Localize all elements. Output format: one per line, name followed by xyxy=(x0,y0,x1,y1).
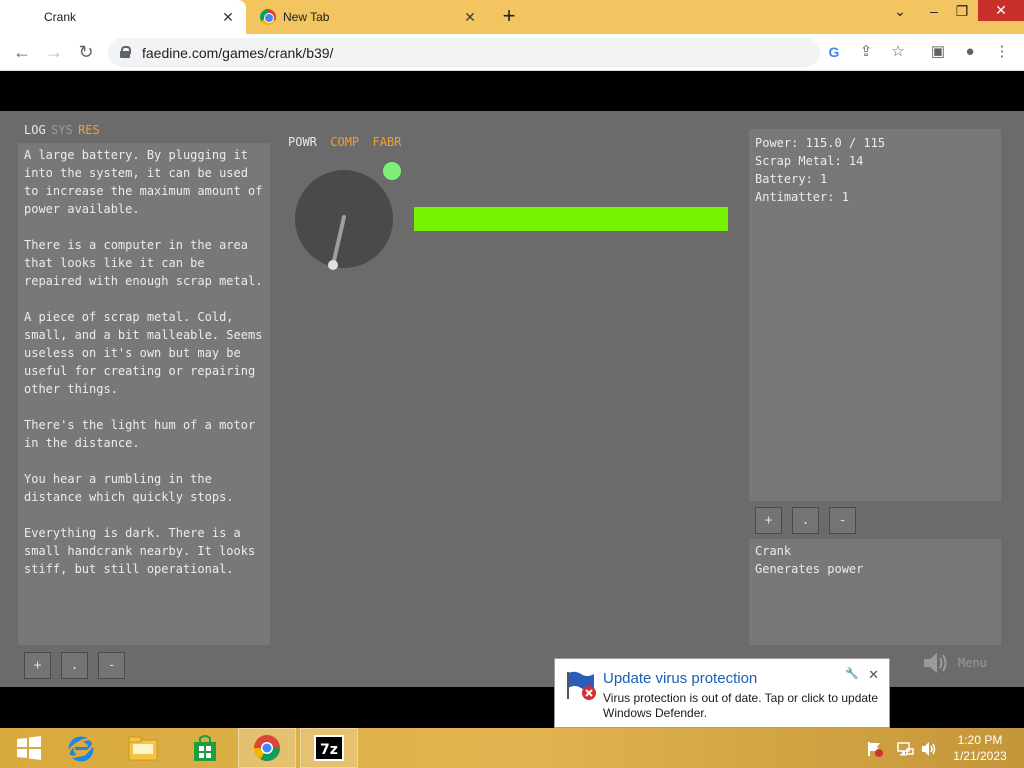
taskbar: 7z 1:20 PM 1/21/2023 xyxy=(0,728,1024,768)
minimize-icon[interactable]: – xyxy=(922,0,946,22)
store-taskbar-item[interactable] xyxy=(176,728,234,768)
power-indicator-light xyxy=(383,162,401,180)
power-bar-fill xyxy=(414,207,728,231)
resource-scrap-metal: Scrap Metal: 14 xyxy=(755,154,864,168)
tab-powr[interactable]: POWR xyxy=(288,135,317,149)
side-panel-icon[interactable]: ▣ xyxy=(928,42,948,62)
omnibox[interactable]: faedine.com/games/crank/b39/ xyxy=(108,38,820,67)
chrome-taskbar-item[interactable] xyxy=(238,728,296,768)
log-entry: Everything is dark. There is a small han… xyxy=(24,526,256,576)
action-center-flag-icon[interactable] xyxy=(866,740,884,758)
internet-explorer-icon xyxy=(67,736,95,762)
chrome-icon xyxy=(260,9,276,25)
forward-icon[interactable]: → xyxy=(42,40,66,64)
virus-notification[interactable]: Update virus protection Virus protection… xyxy=(554,658,890,740)
menu-area: Menu xyxy=(922,651,987,675)
more-menu-icon[interactable]: ⋮ xyxy=(992,42,1012,62)
log-entry: You hear a rumbling in the distance whic… xyxy=(24,472,234,504)
notification-title: Update virus protection xyxy=(603,670,758,687)
log-entry: A large battery. By plugging it into the… xyxy=(24,148,263,216)
start-button[interactable] xyxy=(0,728,58,768)
left-tabs: LOG SYS RES xyxy=(24,123,102,137)
tab-bar: Crank ✕ New Tab ✕ + ⌄ – ❐ ✕ xyxy=(0,0,1024,34)
store-icon xyxy=(194,735,216,761)
game-area: LOG SYS RES A large battery. By plugging… xyxy=(0,111,1024,687)
notification-close-icon[interactable]: ✕ xyxy=(868,667,879,683)
log-dot-button[interactable]: . xyxy=(61,652,88,679)
google-icon[interactable]: G xyxy=(824,42,844,62)
network-icon[interactable] xyxy=(896,740,914,758)
speaker-icon[interactable] xyxy=(922,651,948,675)
reload-icon[interactable]: ↻ xyxy=(74,40,98,64)
tab-sys[interactable]: SYS xyxy=(51,123,73,137)
volume-icon[interactable] xyxy=(920,740,938,758)
log-entry: There is a computer in the area that loo… xyxy=(24,238,263,288)
restore-icon[interactable]: ❐ xyxy=(950,0,974,22)
defender-flag-icon xyxy=(567,671,596,700)
crank-knob[interactable] xyxy=(328,260,338,270)
notification-body: Virus protection is out of date. Tap or … xyxy=(603,691,879,720)
description-panel: Crank Generates power xyxy=(749,539,1001,645)
share-icon[interactable]: ⇪ xyxy=(856,42,876,62)
tab-new-tab[interactable]: New Tab ✕ xyxy=(250,0,488,34)
7zip-icon: 7z xyxy=(314,735,344,761)
close-tab-icon[interactable]: ✕ xyxy=(462,9,478,25)
resources-panel: Power: 115.0 / 115 Scrap Metal: 14 Batte… xyxy=(749,129,1001,501)
file-explorer-taskbar-item[interactable] xyxy=(114,728,172,768)
back-icon[interactable]: ← xyxy=(10,40,34,64)
power-bar xyxy=(414,207,728,231)
clock-time: 1:20 PM xyxy=(957,733,1003,747)
page: LOG SYS RES A large battery. By plugging… xyxy=(0,71,1024,728)
handcrank[interactable] xyxy=(290,159,410,279)
system-clock[interactable]: 1:20 PM 1/21/2023 xyxy=(942,732,1018,764)
resource-zoom-controls: + . - xyxy=(755,507,856,534)
description-text: Generates power xyxy=(755,562,864,576)
address-bar: ← → ↻ faedine.com/games/crank/b39/ G ⇪ ☆… xyxy=(0,34,1024,71)
ie-taskbar-item[interactable] xyxy=(52,728,110,768)
window-close-icon[interactable]: ✕ xyxy=(978,0,1024,21)
tab-log[interactable]: LOG xyxy=(24,123,46,137)
7zip-taskbar-item[interactable]: 7z xyxy=(300,728,358,768)
clock-date: 1/21/2023 xyxy=(953,749,1007,763)
tab-search-icon[interactable]: ⌄ xyxy=(888,0,912,22)
tab-fabr[interactable]: FABR xyxy=(373,135,402,149)
close-tab-icon[interactable]: ✕ xyxy=(220,9,236,25)
log-zoom-controls: + . - xyxy=(24,652,125,679)
mid-tabs: POWR COMP FABR xyxy=(288,135,411,149)
menu-button[interactable]: Menu xyxy=(958,656,987,670)
folder-icon xyxy=(128,736,158,761)
tab-res[interactable]: RES xyxy=(78,123,100,137)
res-minus-button[interactable]: - xyxy=(829,507,856,534)
bookmark-star-icon[interactable]: ☆ xyxy=(888,42,908,62)
res-plus-button[interactable]: + xyxy=(755,507,782,534)
log-entry: There's the light hum of a motor in the … xyxy=(24,418,256,450)
res-dot-button[interactable]: . xyxy=(792,507,819,534)
tab-crank[interactable]: Crank ✕ xyxy=(0,0,246,34)
resource-antimatter: Antimatter: 1 xyxy=(755,190,849,204)
log-plus-button[interactable]: + xyxy=(24,652,51,679)
log-panel[interactable]: A large battery. By plugging it into the… xyxy=(18,143,270,645)
tab-title: New Tab xyxy=(283,10,330,24)
windows-logo-icon xyxy=(17,736,41,760)
profile-icon[interactable]: ● xyxy=(960,42,980,62)
log-entry: A piece of scrap metal. Cold, small, and… xyxy=(24,310,263,396)
log-minus-button[interactable]: - xyxy=(98,652,125,679)
notification-settings-icon[interactable]: 🔧 xyxy=(845,667,859,680)
chrome-icon xyxy=(253,735,281,762)
new-tab-button[interactable]: + xyxy=(497,5,521,29)
resource-battery: Battery: 1 xyxy=(755,172,828,186)
svg-text:7z: 7z xyxy=(320,742,338,758)
lock-icon[interactable] xyxy=(120,46,131,58)
url-text: faedine.com/games/crank/b39/ xyxy=(142,45,334,61)
description-name: Crank xyxy=(755,544,792,558)
tab-comp[interactable]: COMP xyxy=(330,135,359,149)
resource-power: Power: 115.0 / 115 xyxy=(755,136,886,150)
tab-title: Crank xyxy=(44,10,77,24)
